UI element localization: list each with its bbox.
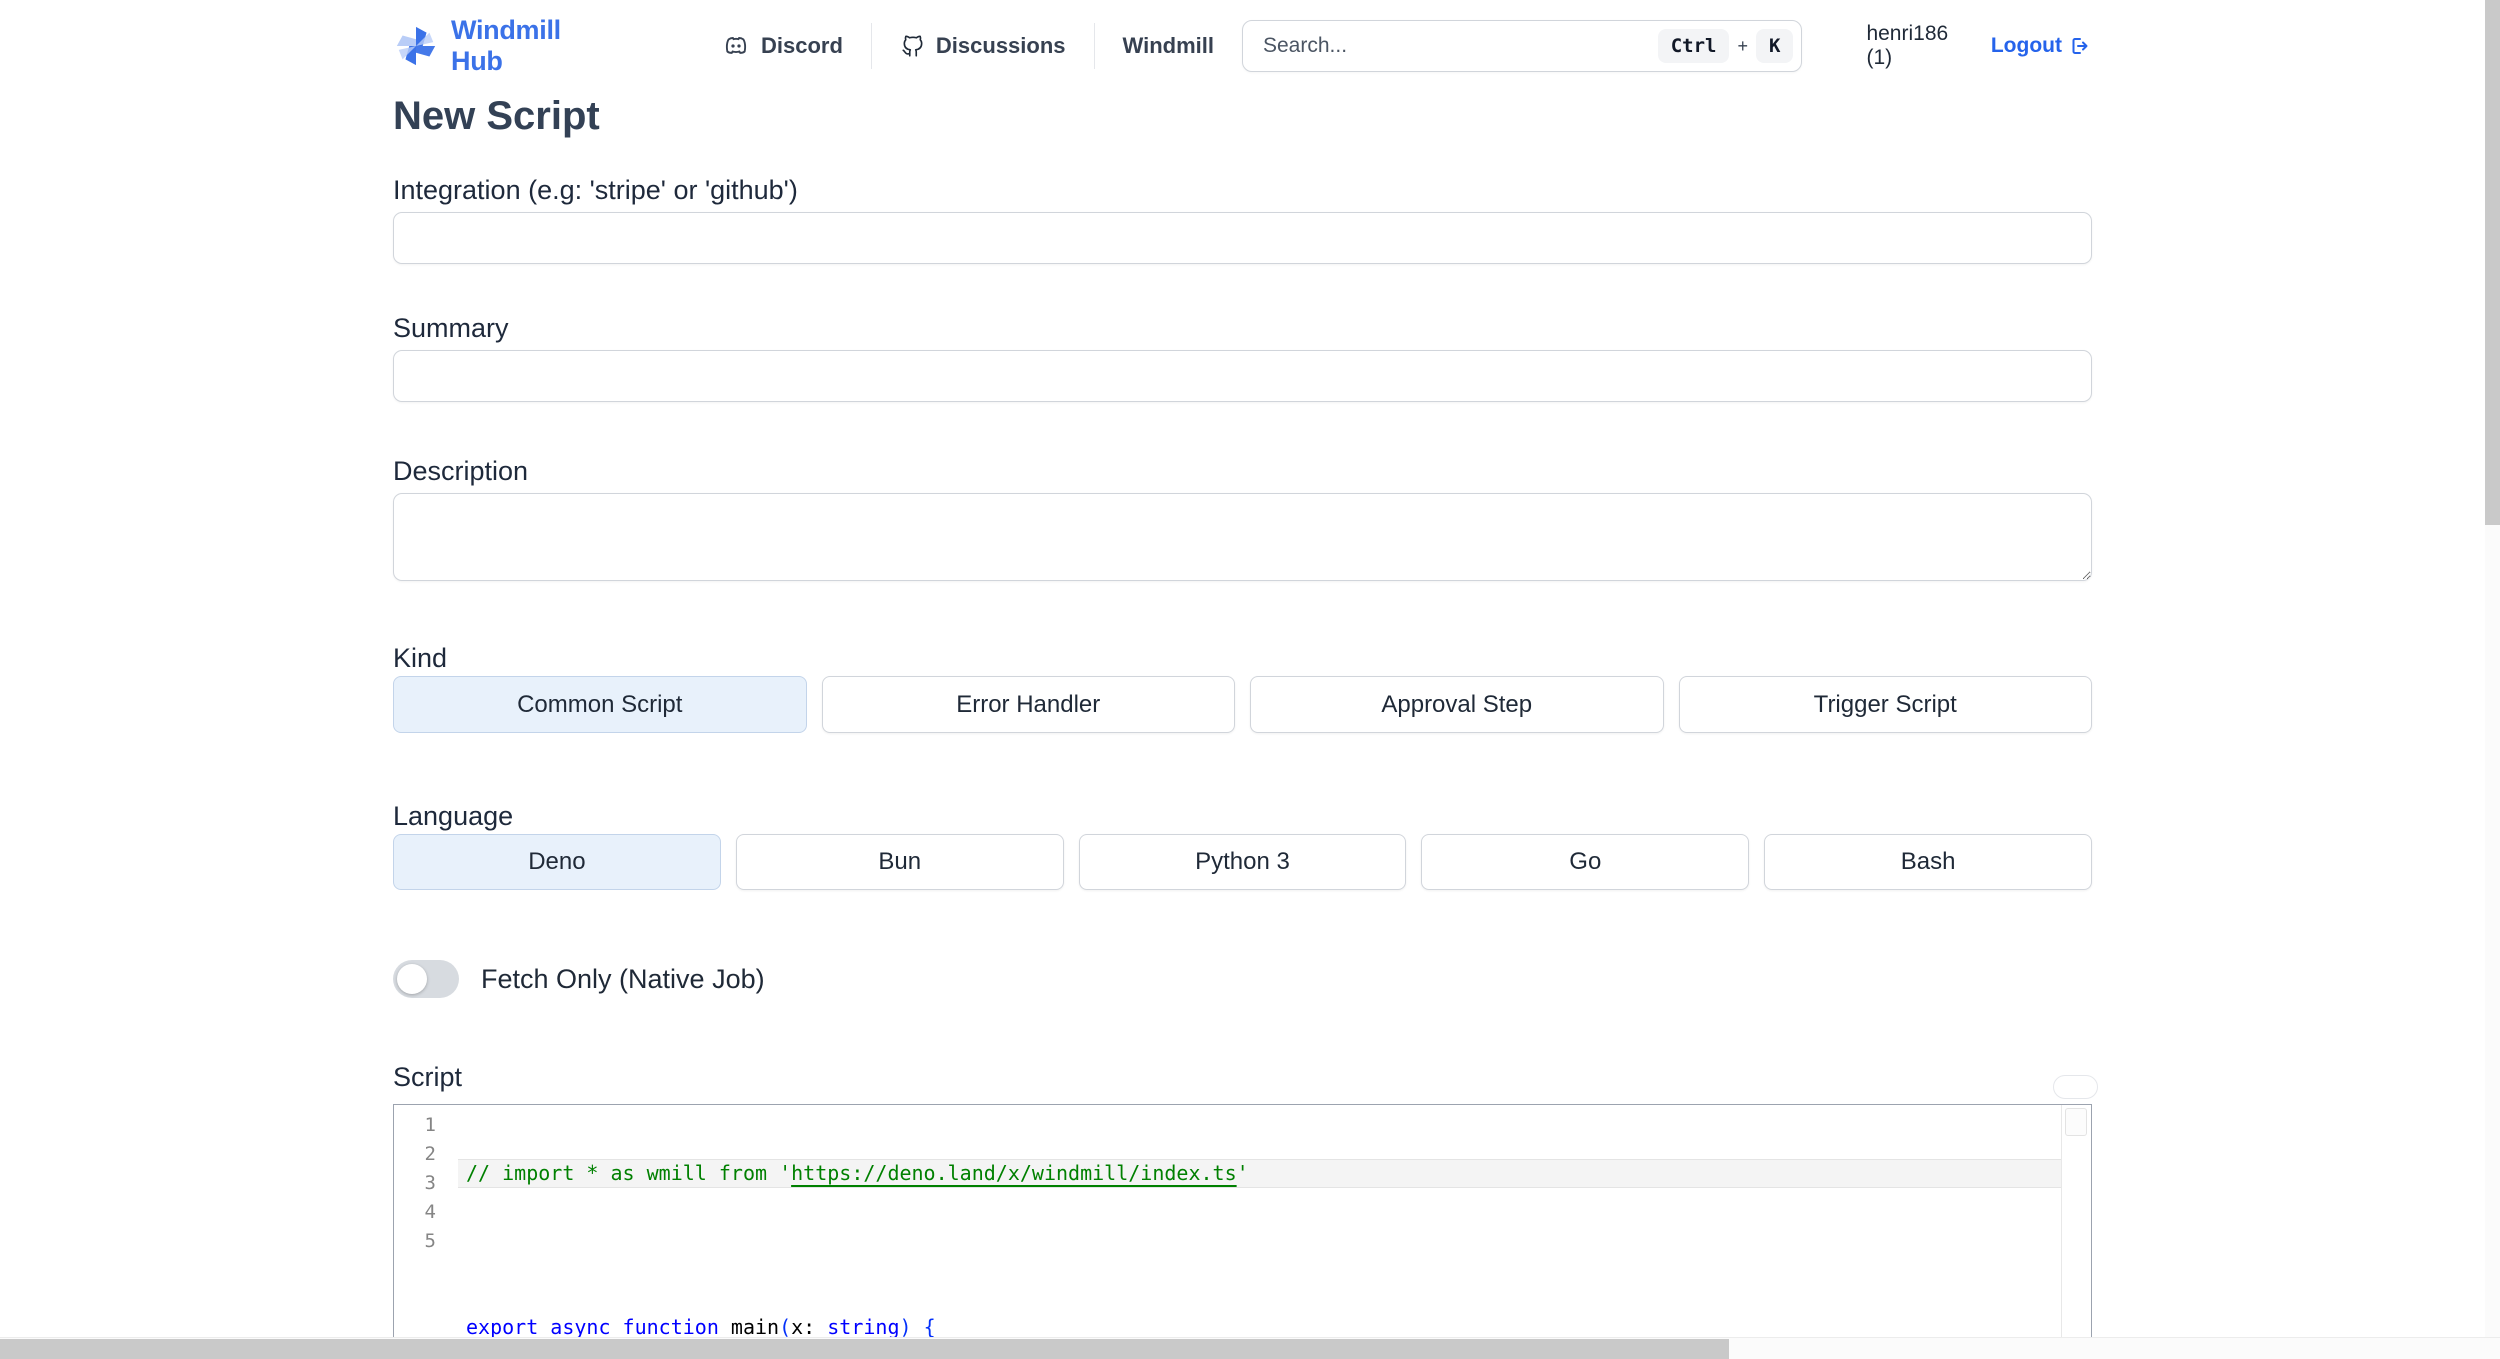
kind-option-error-handler[interactable]: Error Handler	[821, 676, 1235, 733]
code-token: (	[779, 1315, 792, 1339]
kind-option-common-script[interactable]: Common Script	[393, 676, 807, 733]
fetch-only-toggle[interactable]	[393, 960, 459, 998]
code-link[interactable]: https://deno.land/x/windmill/index.ts	[791, 1161, 1237, 1185]
logout-icon	[2068, 34, 2092, 58]
toggle-knob	[397, 964, 427, 994]
brand[interactable]: Windmill Hub	[393, 15, 613, 77]
horizontal-scrollbar-thumb[interactable]	[0, 1339, 1729, 1359]
nav-item-discussions[interactable]: Discussions	[872, 33, 1094, 59]
vertical-scrollbar[interactable]	[2485, 0, 2500, 1359]
language-label: Language	[393, 801, 514, 831]
nav-item-windmill[interactable]: Windmill	[1095, 33, 1242, 59]
line-number: 1	[424, 1114, 436, 1136]
integration-label: Integration (e.g: 'stripe' or 'github')	[393, 175, 798, 205]
description-label: Description	[393, 456, 529, 486]
code-token: string	[827, 1315, 900, 1339]
language-option-bash[interactable]: Bash	[1764, 834, 2092, 890]
kind-options: Common Script Error Handler Approval Ste…	[393, 676, 2092, 733]
summary-label: Summary	[393, 313, 509, 343]
nav-label: Windmill	[1122, 33, 1214, 58]
header: Windmill Hub Discord Discussions Windmil…	[393, 0, 2092, 92]
discord-icon	[721, 33, 751, 59]
line-number: 3	[424, 1172, 436, 1194]
editor-toggle-pill[interactable]	[2053, 1075, 2098, 1099]
nav-label: Discussions	[935, 33, 1066, 58]
description-textarea[interactable]	[393, 493, 2092, 581]
code-token: ) {	[899, 1315, 936, 1339]
logout-link[interactable]: Logout	[1991, 34, 2092, 58]
line-number: 5	[424, 1230, 436, 1252]
code-editor[interactable]: 1 2 3 4 5 // import * as wmill from 'htt…	[393, 1104, 2092, 1348]
search-box: Ctrl + K	[1241, 20, 1803, 72]
search-input[interactable]	[1246, 34, 1658, 58]
brand-name: Windmill Hub	[451, 15, 561, 76]
language-option-python3[interactable]: Python 3	[1078, 834, 1407, 890]
script-label: Script	[393, 1062, 463, 1092]
nav-item-discord[interactable]: Discord	[693, 33, 871, 59]
username: henri186 (1)	[1866, 22, 1949, 69]
fetch-only-row: Fetch Only (Native Job)	[393, 960, 2092, 998]
kbd-plus: +	[1737, 35, 1748, 56]
fetch-only-label: Fetch Only (Native Job)	[481, 963, 765, 994]
line-number: 4	[424, 1201, 436, 1223]
code-token: x:	[791, 1315, 828, 1339]
line-number-gutter: 1 2 3 4 5	[394, 1105, 458, 1347]
summary-input[interactable]	[393, 350, 2092, 402]
vertical-scrollbar-thumb[interactable]	[2485, 0, 2500, 525]
logout-label: Logout	[1990, 34, 2062, 57]
main-nav: Discord Discussions Windmill	[693, 23, 1242, 69]
kbd-k: K	[1756, 29, 1794, 63]
page-title: New Script	[393, 94, 600, 138]
language-option-go[interactable]: Go	[1421, 834, 1750, 890]
kind-option-trigger-script[interactable]: Trigger Script	[1678, 676, 2092, 733]
code-area: // import * as wmill from 'https://deno.…	[458, 1105, 2061, 1347]
language-option-bun[interactable]: Bun	[735, 834, 1064, 890]
kind-label: Kind	[393, 643, 448, 673]
editor-scrollbar-thumb[interactable]	[2065, 1108, 2087, 1136]
nav-label: Discord	[760, 33, 843, 58]
code-line-1: // import * as wmill from 'https://deno.…	[458, 1159, 2061, 1188]
language-options: Deno Bun Python 3 Go Bash	[393, 834, 2092, 890]
github-icon	[900, 33, 926, 59]
code-token: '	[1236, 1161, 1249, 1185]
integration-input[interactable]	[393, 212, 2092, 264]
code-token: main	[730, 1315, 780, 1339]
user-area: henri186 (1) Logout	[1866, 22, 2092, 70]
horizontal-scrollbar[interactable]	[0, 1337, 2500, 1359]
line-number: 2	[424, 1143, 436, 1165]
language-option-deno[interactable]: Deno	[393, 834, 721, 890]
editor-scrollbar-gutter[interactable]	[2061, 1105, 2091, 1347]
windmill-logo-icon	[393, 23, 439, 69]
code-token: export async function	[466, 1315, 731, 1339]
code-token: // import * as wmill from '	[466, 1161, 792, 1185]
kind-option-approval-step[interactable]: Approval Step	[1250, 676, 1664, 733]
kbd-ctrl: Ctrl	[1657, 29, 1730, 63]
